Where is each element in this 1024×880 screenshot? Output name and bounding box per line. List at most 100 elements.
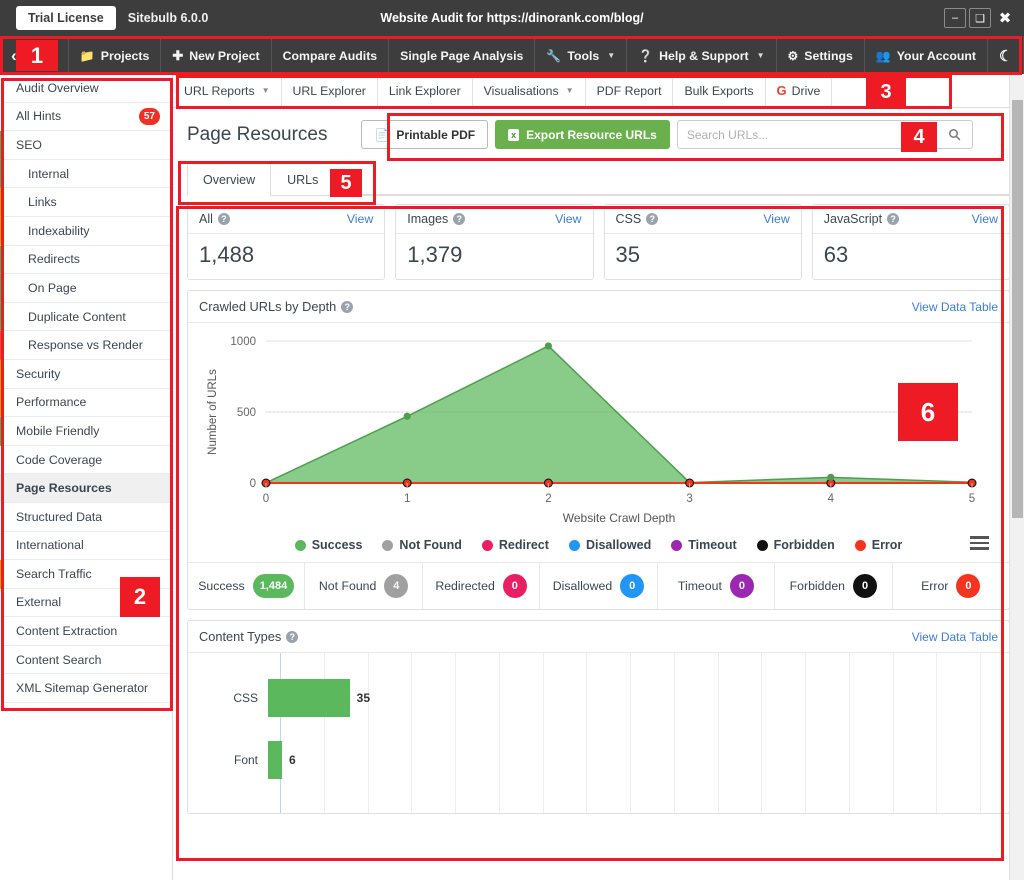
sidebar-item-performance[interactable]: Performance (0, 388, 172, 418)
sidebar-item-audit-overview[interactable]: Audit Overview (0, 74, 172, 103)
sidebar-item-page-resources[interactable]: Page Resources (0, 474, 172, 503)
menu-compare-audits[interactable]: Compare Audits (272, 37, 390, 74)
chevron-down-icon: ▼ (261, 86, 270, 95)
subnav-item-visualisations[interactable]: Visualisations ▼ (473, 74, 586, 107)
sidebar-item-mobile-friendly[interactable]: Mobile Friendly (0, 417, 172, 446)
stat-card-view-link[interactable]: View (555, 212, 581, 226)
sidebar-item-label: Links (28, 195, 57, 210)
status-cell-success[interactable]: Success 1,484 (188, 563, 306, 609)
minimize-icon[interactable]: ‒ (944, 8, 966, 28)
chevron-down-icon: ▼ (756, 51, 765, 60)
subnav-item-drive[interactable]: G Drive (766, 74, 833, 107)
help-tooltip-icon[interactable]: ? (341, 300, 354, 313)
sidebar-item-seo[interactable]: SEO (0, 131, 172, 160)
sidebar-item-redirects[interactable]: Redirects (0, 245, 172, 275)
sidebar-item-duplicate-content[interactable]: Duplicate Content (0, 302, 172, 332)
legend-item-error[interactable]: Error (854, 538, 902, 552)
legend-item-redirect[interactable]: Redirect (481, 538, 549, 552)
subnav-item-label: URL Reports (184, 83, 255, 98)
status-cell-timeout[interactable]: Timeout 0 (658, 563, 776, 609)
status-cell-forbidden[interactable]: Forbidden 0 (775, 563, 893, 609)
help-tooltip-icon[interactable]: ? (453, 213, 466, 225)
sidebar-item-code-coverage[interactable]: Code Coverage (0, 446, 172, 475)
status-cell-label: Success (198, 579, 245, 593)
depth-area-chart[interactable]: 0 500 1000 Number of URLs 0 1 2 3 4 5 Website Craw… (194, 329, 994, 529)
stat-card-view-link[interactable]: View (763, 212, 789, 226)
sidebar-item-structured-data[interactable]: Structured Data (0, 503, 172, 532)
legend-item-not-found[interactable]: Not Found (382, 538, 462, 552)
sidebar-item-label: International (16, 538, 84, 553)
svg-text:Website Crawl Depth: Website Crawl Depth (563, 511, 676, 525)
sidebar-item-label: Page Resources (16, 481, 112, 496)
subnav-item-link-explorer[interactable]: Link Explorer (378, 74, 473, 107)
sidebar-item-label: Internal (28, 166, 70, 181)
status-cell-label: Error (921, 579, 949, 593)
sidebar-item-security[interactable]: Security (0, 359, 172, 389)
subnav-item-pdf-report[interactable]: PDF Report (586, 74, 674, 107)
menu-tools[interactable]: 🔧 Tools ▼ (535, 37, 628, 74)
sidebar-item-content-search[interactable]: Content Search (0, 646, 172, 675)
subnav-item-label: URL Explorer (292, 83, 366, 98)
menu-single-page-analysis[interactable]: Single Page Analysis (389, 37, 536, 74)
status-cell-disallowed[interactable]: Disallowed 0 (540, 563, 658, 609)
legend-item-disallowed[interactable]: Disallowed (568, 538, 651, 552)
dark-mode-toggle[interactable]: ☾ (988, 37, 1024, 74)
export-resource-urls-button[interactable]: x Export Resource URLs (495, 120, 670, 149)
maximize-icon[interactable]: ❑ (969, 8, 991, 28)
sidebar-item-links[interactable]: Links (0, 188, 172, 217)
help-tooltip-icon[interactable]: ? (646, 213, 659, 225)
status-cell-count: 0 (853, 574, 877, 598)
subnav-item-bulk-exports[interactable]: Bulk Exports (673, 74, 766, 107)
legend-item-success[interactable]: Success (294, 538, 363, 552)
legend-item-forbidden[interactable]: Forbidden (756, 538, 835, 552)
menu-projects[interactable]: 📁 Projects (69, 37, 162, 74)
status-cell-not-found[interactable]: Not Found 4 (305, 563, 423, 609)
content-scrollbar-thumb[interactable] (1012, 100, 1023, 518)
stat-card-header: JavaScript? View (812, 205, 1009, 234)
sidebar-item-all-hints[interactable]: All Hints 57 (0, 103, 172, 132)
legend-item-timeout[interactable]: Timeout (671, 538, 737, 552)
sidebar-item-international[interactable]: International (0, 532, 172, 561)
printable-pdf-label: Printable PDF (396, 127, 476, 142)
sidebar-item-internal[interactable]: Internal (0, 159, 172, 189)
content-scrollbar[interactable] (1009, 74, 1024, 880)
trial-license-badge[interactable]: Trial License (16, 6, 116, 30)
close-icon[interactable]: ✖ (994, 8, 1016, 28)
subnav-item-url-explorer[interactable]: URL Explorer (282, 74, 378, 107)
menu-new-project[interactable]: ✚ New Project (161, 37, 272, 74)
printable-pdf-button[interactable]: 📄 Printable PDF (361, 120, 489, 149)
bar-fill[interactable] (268, 741, 282, 779)
bar-fill[interactable] (268, 679, 350, 717)
menu-help-support[interactable]: ❔ Help & Support ▼ (627, 37, 777, 74)
stat-card-header: CSS? View (604, 205, 801, 234)
legend-label: Success (311, 538, 363, 552)
chart-menu-icon[interactable] (970, 536, 989, 550)
search-icon[interactable] (938, 121, 972, 148)
status-cell-redirected[interactable]: Redirected 0 (423, 563, 541, 609)
page-title: Page Resources (187, 123, 328, 145)
sidebar-item-on-page[interactable]: On Page (0, 274, 172, 303)
help-tooltip-icon[interactable]: ? (217, 213, 230, 225)
body-wrapper: Audit Overview All Hints 57 SEO Internal Link… (0, 74, 1024, 880)
tab-overview[interactable]: Overview (187, 163, 272, 196)
menu-your-account[interactable]: 👥 Your Account (865, 37, 989, 74)
tab-urls[interactable]: URLs (271, 163, 334, 196)
sidebar-item-response-vs-render[interactable]: Response vs Render (0, 331, 172, 360)
sidebar-item-content-extraction[interactable]: Content Extraction (0, 617, 172, 646)
dark-mode-moon-icon: ☾ (999, 47, 1013, 65)
stat-card-view-link[interactable]: View (972, 212, 998, 226)
sidebar-item-xml-sitemap-generator[interactable]: XML Sitemap Generator (0, 674, 172, 704)
help-tooltip-icon[interactable]: ? (887, 213, 900, 225)
search-input[interactable] (677, 127, 938, 142)
status-cell-count: 0 (620, 574, 645, 598)
content-types-view-data-table-link[interactable]: View Data Table (912, 630, 998, 644)
help-tooltip-icon[interactable]: ? (286, 630, 299, 643)
sidebar-item-indexability[interactable]: Indexability (0, 216, 172, 246)
stat-card-view-link[interactable]: View (347, 212, 373, 226)
depth-view-data-table-link[interactable]: View Data Table (912, 300, 998, 314)
status-cell-error[interactable]: Error 0 (893, 563, 1009, 609)
subnav-item-url-reports[interactable]: URL Reports ▼ (173, 74, 282, 107)
sidebar-item-label: Content Extraction (16, 624, 118, 639)
menu-settings[interactable]: ⚙ Settings (777, 37, 865, 74)
sidebar-item-label: Response vs Render (28, 338, 143, 353)
